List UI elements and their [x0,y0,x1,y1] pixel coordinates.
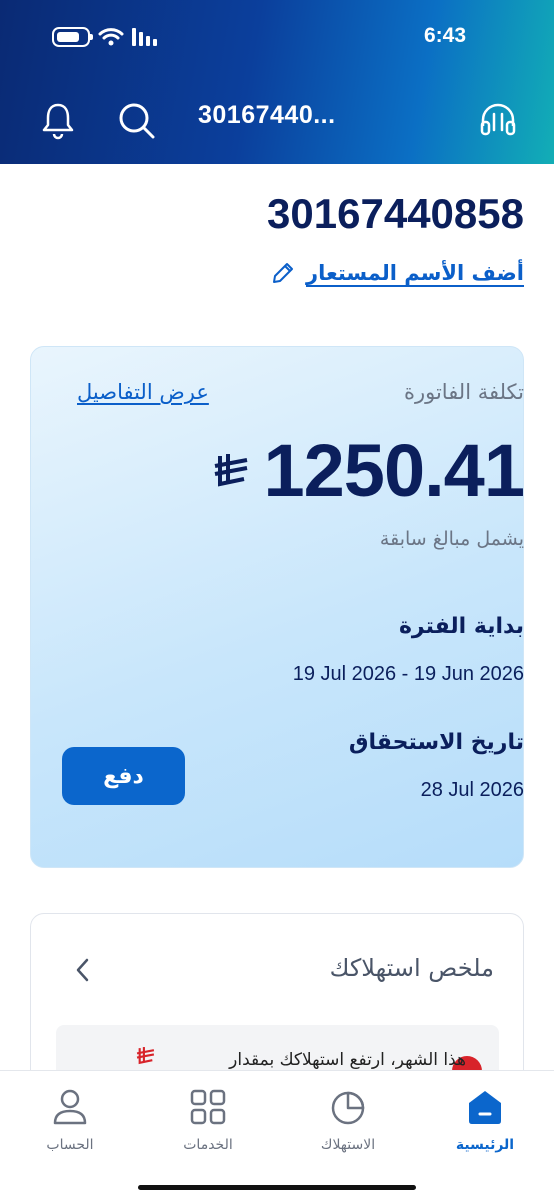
search-icon[interactable] [116,100,156,140]
due-date-value: 28 Jul 2026 [420,779,524,801]
period-value: 19 Jul 2026 - 19 Jun 2026 [292,663,524,685]
status-time: 6:43 [424,24,467,47]
period-label: بداية الفترة [398,614,524,639]
status-icons [52,26,158,48]
bill-cost-label: تكلفة الفاتورة [403,380,524,404]
tab-home-label: الرئيسية [455,1137,515,1153]
riyal-icon [214,453,247,486]
add-nickname-label: أضف الأسم المستعار [305,261,524,285]
consumption-alert-text: هذا الشهر، ارتفع استهلاكك بمقدار [229,1050,466,1070]
bottom-tab-bar: الرئيسية الاستهلاك الخدمات الحساب [0,1070,554,1199]
tab-services[interactable]: الخدمات [148,1071,268,1181]
bell-icon[interactable] [38,100,78,140]
tab-consumption[interactable]: الاستهلاك [288,1071,408,1181]
view-details-link[interactable]: عرض التفاصيل [77,380,209,404]
tab-consumption-label: الاستهلاك [320,1137,376,1153]
bill-amount-row: 1250.41 [214,428,525,513]
home-indicator [138,1185,416,1190]
headset-icon[interactable] [478,100,518,140]
tab-account-label: الحساب [46,1137,94,1153]
app-header: 6:43 30167440... [0,0,554,164]
tab-home[interactable]: الرئيسية [425,1071,545,1181]
battery-icon [52,27,93,47]
due-date-label: تاريخ الاستحقاق [348,730,524,755]
includes-previous-note: يشمل مبالغ سابقة [379,528,524,550]
home-icon [469,1091,501,1124]
account-number: 30167440858 [267,190,524,237]
chevron-left-icon[interactable] [72,956,94,984]
tab-services-label: الخدمات [183,1137,233,1153]
summary-title: ملخص استهلاكك [329,954,494,982]
riyal-icon-small [136,1047,155,1065]
pie-chart-icon [331,1091,365,1125]
pay-button[interactable]: دفع [62,747,185,805]
user-icon [53,1089,87,1125]
tab-account[interactable]: الحساب [10,1071,130,1181]
pencil-icon [272,263,293,283]
signal-icon [132,28,157,46]
wifi-icon [98,28,124,46]
bill-amount: 1250.41 [263,429,525,512]
header-account-title[interactable]: 30167440... [198,101,336,130]
add-nickname-link[interactable]: أضف الأسم المستعار [270,260,524,286]
grid-icon [190,1089,226,1125]
